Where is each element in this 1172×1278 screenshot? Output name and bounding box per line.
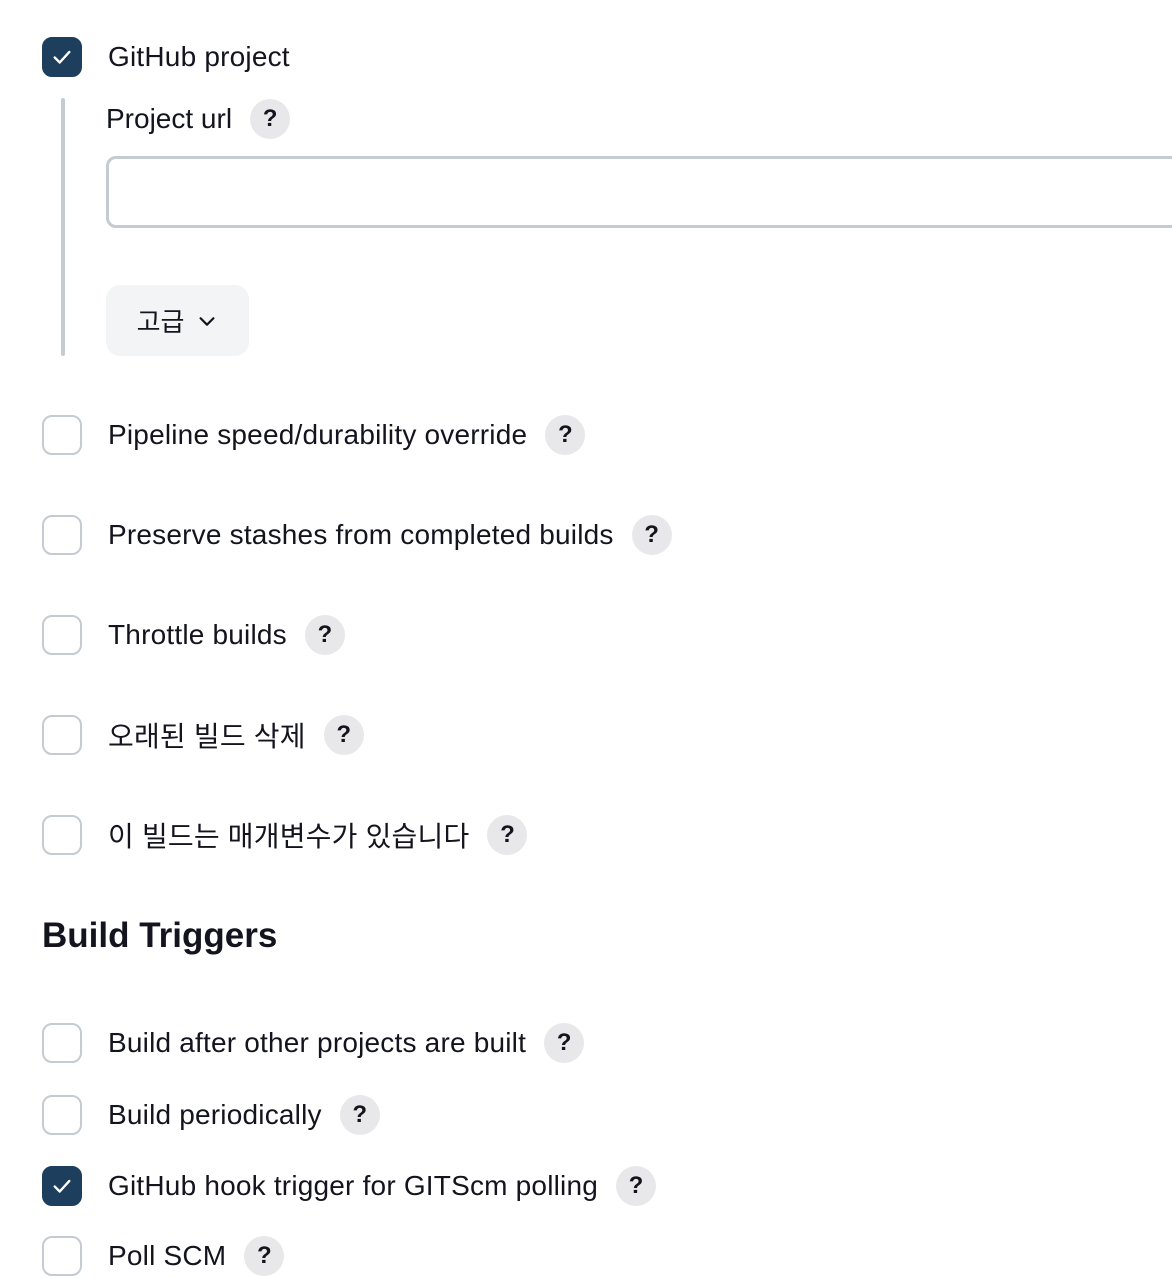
- option-throttle-builds[interactable]: Throttle builds ?: [42, 613, 345, 657]
- github-hook-checkbox[interactable]: [42, 1166, 82, 1206]
- pipeline-speed-label[interactable]: Pipeline speed/durability override: [108, 419, 527, 451]
- build-periodically-label[interactable]: Build periodically: [108, 1099, 322, 1131]
- parameterized-build-label[interactable]: 이 빌드는 매개변수가 있습니다: [108, 815, 469, 855]
- after-other-projects-checkbox[interactable]: [42, 1023, 82, 1063]
- help-icon[interactable]: ?: [545, 415, 586, 455]
- project-url-input[interactable]: [106, 156, 1172, 228]
- help-icon[interactable]: ?: [323, 715, 364, 755]
- help-icon[interactable]: ?: [250, 99, 291, 139]
- trigger-after-other-projects[interactable]: Build after other projects are built ?: [42, 1021, 585, 1065]
- help-icon[interactable]: ?: [339, 1095, 380, 1135]
- advanced-button-label: 고급: [136, 307, 185, 337]
- help-icon[interactable]: ?: [544, 1023, 585, 1063]
- option-pipeline-speed[interactable]: Pipeline speed/durability override ?: [42, 413, 586, 457]
- throttle-builds-checkbox[interactable]: [42, 615, 82, 655]
- section-title-build-triggers: Build Triggers: [42, 916, 278, 955]
- discard-old-builds-label[interactable]: 오래된 빌드 삭제: [108, 715, 306, 755]
- throttle-builds-label[interactable]: Throttle builds: [108, 619, 287, 651]
- discard-old-builds-checkbox[interactable]: [42, 715, 82, 755]
- nested-section-rule: [61, 98, 65, 356]
- trigger-poll-scm[interactable]: Poll SCM ?: [42, 1234, 285, 1278]
- help-icon[interactable]: ?: [244, 1236, 285, 1276]
- project-url-label-row: Project url ?: [106, 97, 291, 141]
- option-discard-old-builds[interactable]: 오래된 빌드 삭제 ?: [42, 713, 364, 757]
- checkmark-icon: [53, 1179, 71, 1193]
- checkmark-icon: [53, 50, 71, 64]
- advanced-button[interactable]: 고급: [106, 285, 249, 356]
- preserve-stashes-label[interactable]: Preserve stashes from completed builds: [108, 519, 614, 551]
- build-periodically-checkbox[interactable]: [42, 1095, 82, 1135]
- github-hook-label[interactable]: GitHub hook trigger for GITScm polling: [108, 1170, 598, 1202]
- help-icon[interactable]: ?: [487, 815, 528, 855]
- project-url-label: Project url: [106, 103, 233, 134]
- after-other-projects-label[interactable]: Build after other projects are built: [108, 1027, 526, 1059]
- github-project-checkbox[interactable]: [42, 37, 82, 77]
- option-preserve-stashes[interactable]: Preserve stashes from completed builds ?: [42, 513, 672, 557]
- trigger-build-periodically[interactable]: Build periodically ?: [42, 1093, 380, 1137]
- help-icon[interactable]: ?: [631, 515, 672, 555]
- parameterized-build-checkbox[interactable]: [42, 815, 82, 855]
- trigger-github-hook[interactable]: GitHub hook trigger for GITScm polling ?: [42, 1164, 657, 1208]
- pipeline-speed-checkbox[interactable]: [42, 415, 82, 455]
- poll-scm-checkbox[interactable]: [42, 1236, 82, 1276]
- poll-scm-label[interactable]: Poll SCM: [108, 1240, 226, 1272]
- preserve-stashes-checkbox[interactable]: [42, 515, 82, 555]
- github-project-label[interactable]: GitHub project: [108, 41, 290, 73]
- option-parameterized-build[interactable]: 이 빌드는 매개변수가 있습니다 ?: [42, 813, 528, 857]
- help-icon[interactable]: ?: [616, 1166, 657, 1206]
- github-project-option[interactable]: GitHub project: [42, 35, 290, 79]
- chevron-down-icon: [199, 316, 215, 326]
- help-icon[interactable]: ?: [304, 615, 345, 655]
